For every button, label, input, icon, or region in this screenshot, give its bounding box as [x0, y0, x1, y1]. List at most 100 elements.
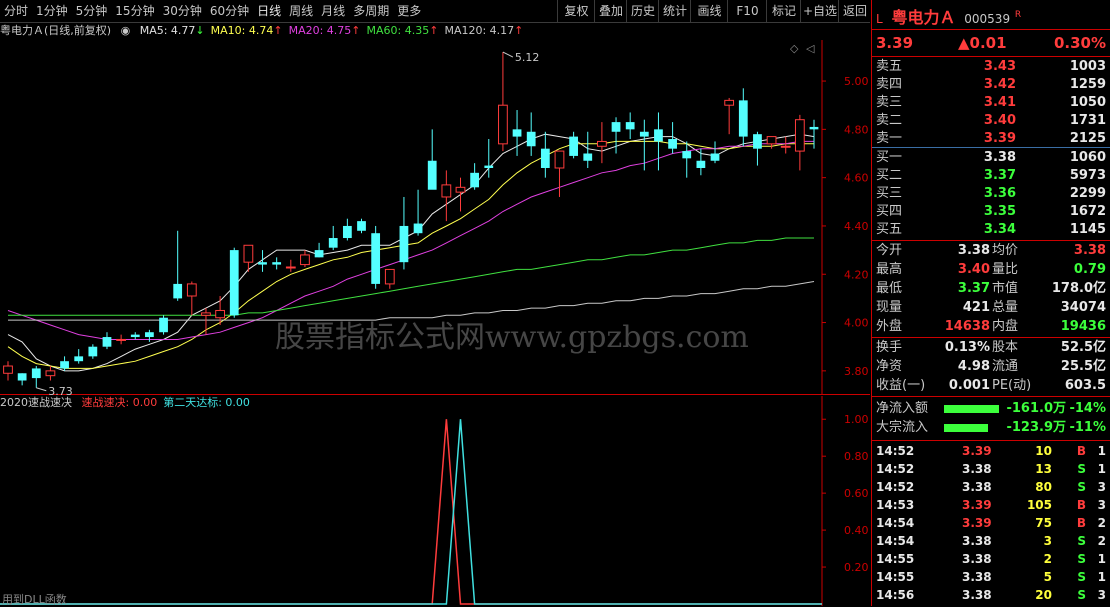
period-tab-1[interactable]: 1分钟	[32, 0, 72, 22]
candle[interactable]	[498, 52, 508, 152]
candle[interactable]	[173, 230, 183, 301]
toolbar-right-5[interactable]: F10	[727, 0, 767, 22]
bid-row[interactable]: 买一 3.38 1060	[876, 149, 1108, 167]
candle[interactable]	[258, 250, 267, 272]
settings-icon[interactable]: ◉	[121, 24, 131, 37]
candle[interactable]	[201, 308, 211, 335]
candle[interactable]	[724, 97, 735, 135]
period-tab-10[interactable]: 更多	[393, 0, 425, 22]
candle[interactable]	[145, 329, 154, 342]
candle[interactable]	[328, 225, 338, 251]
toolbar-right-6[interactable]: 标记	[766, 0, 801, 22]
candle[interactable]	[654, 112, 663, 171]
candle[interactable]	[639, 119, 649, 171]
candle[interactable]	[470, 163, 480, 190]
candle[interactable]	[229, 247, 239, 318]
period-tab-2[interactable]: 5分钟	[72, 0, 112, 22]
toolbar-right-7[interactable]: +自选	[800, 0, 839, 22]
candle[interactable]	[780, 136, 791, 154]
candle[interactable]	[427, 129, 437, 190]
candle[interactable]	[794, 114, 805, 171]
candle[interactable]	[116, 334, 127, 345]
bid-row[interactable]: 买四 3.35 1672	[876, 203, 1108, 221]
candle[interactable]	[569, 131, 578, 159]
candle[interactable]	[597, 122, 607, 164]
candle[interactable]	[441, 170, 452, 222]
toolbar-right-1[interactable]: 叠加	[594, 0, 627, 22]
candle[interactable]	[413, 189, 423, 236]
stat-label: 换手	[876, 340, 903, 355]
tick-row: 14:53 3.39 105 B 3	[876, 496, 1108, 514]
candle[interactable]	[17, 373, 27, 386]
candle[interactable]	[611, 117, 621, 154]
bid-row[interactable]: 买三 3.36 2299	[876, 185, 1108, 203]
ask-row[interactable]: 卖三 3.41 1050	[876, 94, 1108, 112]
candle[interactable]	[682, 141, 692, 178]
candle[interactable]	[130, 332, 140, 340]
period-tab-9[interactable]: 多周期	[349, 0, 393, 22]
candle[interactable]	[285, 259, 296, 272]
candle[interactable]	[31, 366, 41, 388]
candle[interactable]	[186, 281, 197, 316]
quote-panel: L 粤电力Ａ 000539 R 3.39 ▲0.01 0.30% 卖五 3.43 1…	[871, 0, 1110, 606]
candle[interactable]	[526, 112, 536, 156]
period-tab-7[interactable]: 周线	[285, 0, 317, 22]
period-tab-4[interactable]: 30分钟	[159, 0, 206, 22]
candle[interactable]	[159, 315, 168, 335]
candle[interactable]	[455, 177, 466, 212]
bid-price: 3.37	[983, 168, 1016, 183]
candle[interactable]	[74, 349, 84, 364]
candle[interactable]	[583, 131, 593, 168]
toolbar-right-4[interactable]: 画线	[690, 0, 728, 22]
candle[interactable]	[753, 131, 762, 166]
stat-label: 今开	[876, 243, 903, 258]
stat-label: 总量	[992, 300, 1019, 315]
candle[interactable]	[696, 148, 706, 176]
tick-volume: 75	[1035, 516, 1052, 530]
period-tab-6[interactable]: 日线	[253, 0, 285, 22]
ask-row[interactable]: 卖一 3.39 2125	[876, 130, 1108, 148]
candle[interactable]	[766, 136, 777, 149]
collapse-icon[interactable]: ◁	[806, 42, 815, 55]
candle[interactable]	[554, 150, 565, 197]
candle[interactable]	[88, 344, 98, 359]
tick-row: 14:52 3.38 80 S 3	[876, 478, 1108, 496]
candle[interactable]	[540, 131, 550, 178]
candle[interactable]	[342, 218, 352, 241]
candle[interactable]	[625, 112, 635, 140]
toolbar-right-2[interactable]: 历史	[626, 0, 659, 22]
ask-row[interactable]: 卖二 3.40 1731	[876, 112, 1108, 130]
bid-row[interactable]: 买五 3.34 1145	[876, 221, 1108, 239]
tick-row: 14:52 3.39 10 B 1	[876, 442, 1108, 460]
candle[interactable]	[384, 268, 395, 289]
candle[interactable]	[357, 218, 366, 234]
candle[interactable]	[102, 332, 112, 350]
period-tab-8[interactable]: 月线	[317, 0, 349, 22]
period-tab-5[interactable]: 60分钟	[206, 0, 253, 22]
candle[interactable]	[3, 361, 13, 381]
candle[interactable]	[512, 110, 522, 156]
candle[interactable]	[371, 225, 381, 289]
candle[interactable]	[809, 119, 819, 149]
toolbar-right-0[interactable]: 复权	[557, 0, 595, 22]
toolbar-right-3[interactable]: 统计	[658, 0, 691, 22]
diamond-icon[interactable]: ◇	[790, 42, 799, 55]
candle[interactable]	[738, 88, 748, 147]
candle[interactable]	[710, 141, 720, 164]
period-tab-0[interactable]: 分时	[0, 0, 32, 22]
candle[interactable]	[300, 250, 310, 268]
stat-value: 52.5亿	[1060, 340, 1106, 355]
indicator-chart[interactable]: 1.00 0.80 0.60 0.40 0.20	[0, 396, 870, 606]
ask-row[interactable]: 卖五 3.43 1003	[876, 58, 1108, 76]
indicator-line	[0, 419, 822, 605]
ask-row[interactable]: 卖四 3.42 1259	[876, 76, 1108, 94]
annotation-leader	[502, 51, 514, 58]
bid-row[interactable]: 买二 3.37 5973	[876, 167, 1108, 185]
candle[interactable]	[314, 242, 324, 258]
tick-count: 3	[1097, 480, 1106, 494]
toolbar-right-8[interactable]: 返回	[838, 0, 871, 22]
period-tab-3[interactable]: 15分钟	[111, 0, 158, 22]
candle[interactable]	[45, 366, 56, 381]
candle[interactable]	[399, 196, 409, 270]
candle[interactable]	[272, 257, 282, 270]
